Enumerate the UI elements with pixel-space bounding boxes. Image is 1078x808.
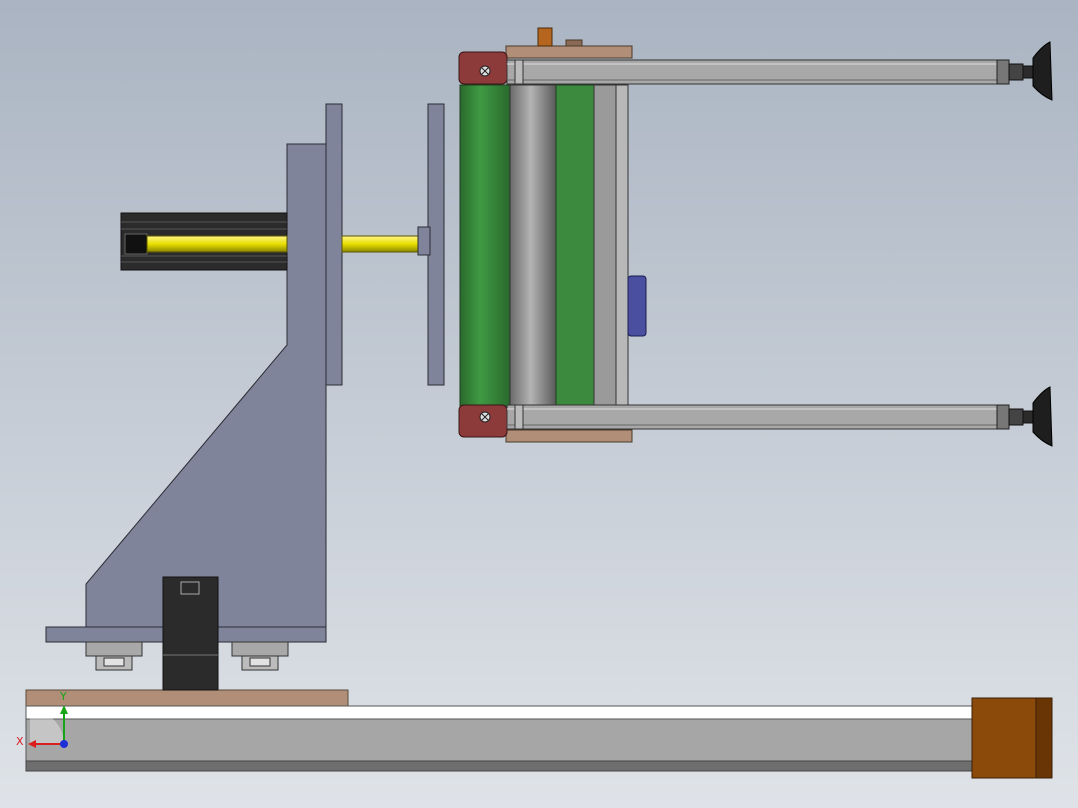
side-rod-top — [506, 59, 998, 85]
x-axis-label: X — [16, 735, 24, 748]
belt-surface — [555, 84, 595, 409]
side-rod-bottom — [506, 404, 998, 430]
y-axis-label: Y — [59, 690, 67, 703]
piston-rod — [146, 235, 421, 253]
rod-coupler — [417, 226, 431, 256]
z-axis-dot — [60, 740, 68, 748]
idler-roller — [509, 84, 557, 409]
stepper-motor-block — [971, 697, 1053, 779]
clamp-top — [458, 51, 508, 85]
conveyor-frame — [593, 84, 617, 409]
motor-mount — [162, 576, 219, 691]
sensor-box — [627, 275, 647, 337]
carriage-plate — [25, 689, 349, 709]
belt-conveyor — [458, 27, 647, 443]
drive-roller — [459, 84, 511, 409]
cad-assembly-view: X Y — [0, 0, 1078, 808]
adjust-knob — [537, 27, 553, 47]
clamp-bottom — [458, 404, 508, 438]
flange-plate-left — [325, 103, 343, 386]
